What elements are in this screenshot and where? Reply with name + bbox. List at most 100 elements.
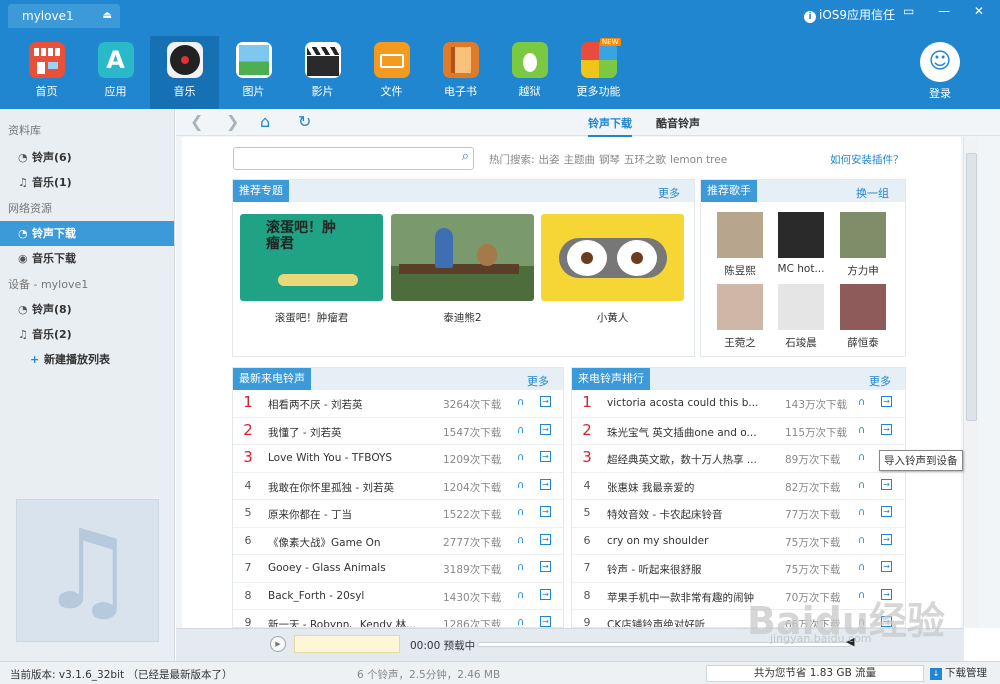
import-to-device-icon[interactable]: → xyxy=(540,396,551,407)
vertical-scrollbar[interactable] xyxy=(963,137,979,627)
search-input[interactable]: ⌕ xyxy=(233,147,474,170)
table-row[interactable]: 6 cry on my shoulder 75万次下载 ∩ → xyxy=(572,528,905,555)
ringtone-name[interactable]: Back_Forth - 20syl xyxy=(268,590,430,602)
nav-movies[interactable]: 影片 xyxy=(288,36,357,109)
import-to-device-icon[interactable]: → xyxy=(540,506,551,517)
table-row[interactable]: 3 Love With You - TFBOYS 1209次下载 ∩ → xyxy=(233,445,563,473)
card-caption[interactable]: 小黄人 xyxy=(541,310,684,325)
singer-item[interactable]: 石竣晨 xyxy=(776,284,826,350)
back-arrow-icon[interactable]: ❮ xyxy=(190,112,203,131)
nav-more[interactable]: NEW 更多功能 xyxy=(564,36,633,109)
headphones-icon[interactable]: ∩ xyxy=(858,535,865,546)
table-row[interactable]: 3超经典英文歌，数十万人热享 ...89万次下载∩→ xyxy=(572,445,905,473)
table-row[interactable]: 7 Gooey - Glass Animals 3189次下载 ∩ → xyxy=(233,555,563,583)
ringtone-name[interactable]: 超经典英文歌，数十万人热享 ... xyxy=(607,452,769,467)
ringtone-name[interactable]: 相看两不厌 - 刘若英 xyxy=(268,397,430,412)
table-row[interactable]: 1 相看两不厌 - 刘若英 3264次下载 ∩ → xyxy=(233,390,563,418)
sidebar-item-lib-music[interactable]: ♫ 音乐(1) xyxy=(0,170,174,195)
ringtone-name[interactable]: 原来你都在 - 丁当 xyxy=(268,507,430,522)
import-to-device-icon[interactable]: → xyxy=(540,533,551,545)
headphones-icon[interactable]: ∩ xyxy=(517,397,524,408)
hot-term[interactable]: lemon tree xyxy=(670,154,727,166)
forward-arrow-icon[interactable]: ❯ xyxy=(226,112,239,131)
table-row[interactable]: 5 原来你都在 - 丁当 1522次下载 ∩ → xyxy=(233,500,563,528)
card-caption[interactable]: 泰迪熊2 xyxy=(391,310,534,325)
window-controls[interactable]: ▭ — ✕ xyxy=(903,4,994,18)
headphones-icon[interactable]: ∩ xyxy=(858,397,865,408)
import-to-device-icon[interactable]: → xyxy=(540,588,551,600)
table-row[interactable]: 2 珠光宝气 英文插曲one and o... 115万次下载 ∩ → xyxy=(572,418,905,445)
hot-term[interactable]: 出姿 xyxy=(539,154,560,166)
headphones-icon[interactable]: ∩ xyxy=(517,617,524,627)
singer-item[interactable]: 陈昱熙 xyxy=(715,212,765,278)
headphones-icon[interactable]: ∩ xyxy=(858,425,865,436)
table-row[interactable]: 5 特效音效 - 卡农起床铃音 77万次下载 ∩ → xyxy=(572,500,905,528)
headphones-icon[interactable]: ∩ xyxy=(517,452,524,463)
ringtone-name[interactable]: cry on my shoulder xyxy=(607,535,769,547)
ringtone-name[interactable]: 《像素大战》Game On xyxy=(268,535,430,550)
nav-photos[interactable]: 图片 xyxy=(219,36,288,109)
search-icon[interactable]: ⌕ xyxy=(462,149,469,164)
sidebar-item-dev-music[interactable]: ♫ 音乐(2) xyxy=(0,322,174,347)
table-row[interactable]: 1 victoria acosta could this b... 143万次下载 ∩… xyxy=(572,390,905,418)
latest-more-link[interactable]: 更多 xyxy=(527,373,549,389)
hot-term[interactable]: 主题曲 xyxy=(564,154,596,166)
ringtone-name[interactable]: 我懂了 - 刘若英 xyxy=(268,425,430,440)
howto-install-link[interactable]: 如何安装插件？ xyxy=(830,152,904,167)
headphones-icon[interactable]: ∩ xyxy=(858,452,865,463)
featured-card[interactable]: 滚蛋吧！肿瘤君 xyxy=(240,214,383,301)
import-to-device-icon[interactable]: → xyxy=(881,561,892,572)
nav-home[interactable]: 首页 xyxy=(12,36,81,109)
import-to-device-icon[interactable]: → xyxy=(540,561,551,572)
ranking-more-link[interactable]: 更多 xyxy=(869,373,891,389)
ringtone-name[interactable]: 铃声 - 听起来很舒服 xyxy=(607,562,769,577)
table-row[interactable]: 2 我懂了 - 刘若英 1547次下载 ∩ → xyxy=(233,418,563,445)
import-to-device-icon[interactable]: → xyxy=(540,451,551,462)
headphones-icon[interactable]: ∩ xyxy=(517,535,524,546)
ringtone-name[interactable]: 新一天 - Robynn、Kendy 林... xyxy=(268,617,430,627)
headphones-icon[interactable]: ∩ xyxy=(517,507,524,518)
import-to-device-icon[interactable]: → xyxy=(540,478,551,490)
nav-apps[interactable]: A 应用 xyxy=(81,36,150,109)
ringtone-name[interactable]: 特效音效 - 卡农起床铃音 xyxy=(607,507,769,522)
hot-term[interactable]: 五环之歌 xyxy=(624,154,666,166)
headphones-icon[interactable]: ∩ xyxy=(517,425,524,436)
table-row[interactable]: 4 我敢在你怀里孤独 - 刘若英 1204次下载 ∩ → xyxy=(233,473,563,500)
featured-card[interactable] xyxy=(541,214,684,301)
ringtone-name[interactable]: Gooey - Glass Animals xyxy=(268,562,430,574)
ringtone-name[interactable]: 我敢在你怀里孤独 - 刘若英 xyxy=(268,480,430,495)
nav-jailbreak[interactable]: 越狱 xyxy=(495,36,564,109)
sidebar-item-lib-ringtones[interactable]: ◔ 铃声(6) xyxy=(0,145,174,170)
headphones-icon[interactable]: ∩ xyxy=(858,507,865,518)
import-to-device-icon[interactable]: → xyxy=(540,616,551,627)
change-group-link[interactable]: 换一组 xyxy=(856,185,889,201)
nav-music[interactable]: 音乐 xyxy=(150,36,219,109)
singer-item[interactable]: 方力申 xyxy=(838,212,888,278)
headphones-icon[interactable]: ∩ xyxy=(517,480,524,491)
featured-card[interactable] xyxy=(391,214,534,301)
import-to-device-icon[interactable]: → xyxy=(881,396,892,407)
headphones-icon[interactable]: ∩ xyxy=(517,590,524,601)
import-to-device-icon[interactable]: → xyxy=(881,423,892,435)
featured-more-link[interactable]: 更多 xyxy=(658,185,680,201)
ringtone-name[interactable]: 苹果手机中一款非常有趣的闹钟 xyxy=(607,590,769,605)
tab-ringtone-download[interactable]: 铃声下载 xyxy=(588,115,632,137)
singer-item[interactable]: 薛恒泰 xyxy=(838,284,888,350)
ringtone-name[interactable]: Love With You - TFBOYS xyxy=(268,452,430,464)
refresh-icon[interactable]: ↻ xyxy=(298,112,311,131)
ringtone-name[interactable]: 珠光宝气 英文插曲one and o... xyxy=(607,425,769,440)
home-icon[interactable]: ⌂ xyxy=(260,112,270,131)
sidebar-item-ringtone-download[interactable]: ◔ 铃声下载 xyxy=(0,221,174,246)
table-row[interactable]: 4 张惠妹 我最亲爱的 82万次下载 ∩ → xyxy=(572,473,905,500)
headphones-icon[interactable]: ∩ xyxy=(858,562,865,573)
singer-item[interactable]: MC hot... xyxy=(776,212,826,275)
device-tab[interactable]: mylove1 ⏏ xyxy=(8,4,120,28)
sidebar-item-new-playlist[interactable]: + 新建播放列表 xyxy=(0,347,174,372)
import-to-device-icon[interactable]: → xyxy=(540,423,551,435)
tab-cool-ringtone[interactable]: 酷音铃声 xyxy=(656,115,700,137)
scroll-thumb[interactable] xyxy=(966,153,977,421)
eject-icon[interactable]: ⏏ xyxy=(103,4,112,28)
ringtone-name[interactable]: 张惠妹 我最亲爱的 xyxy=(607,480,769,495)
nav-ebooks[interactable]: 电子书 xyxy=(426,36,495,109)
ringtone-name[interactable]: CK店铺铃声绝对好听 xyxy=(607,617,769,627)
